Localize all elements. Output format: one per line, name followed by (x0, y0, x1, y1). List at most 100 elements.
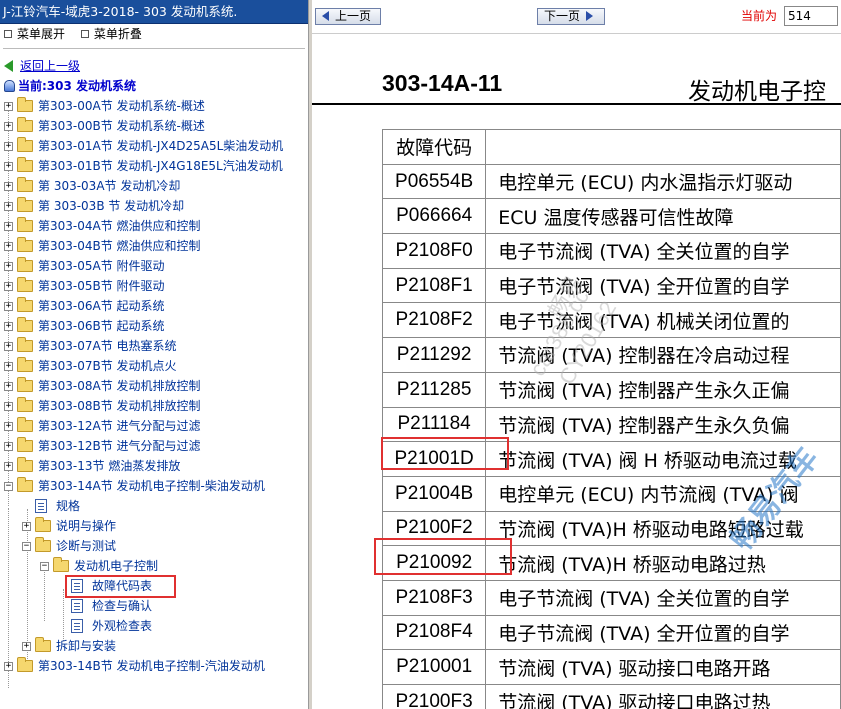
menu-collapse-button[interactable]: 菜单折叠 (94, 27, 142, 41)
folder-icon (17, 437, 33, 452)
dtc-code: P2108F0 (381, 233, 487, 269)
document-panel: 上一页 下一页 当前为 514 303-14A-11 发动机电子控 故障代码 P… (312, 0, 841, 709)
tree-node[interactable]: + 第303-05B节 附件驱动 (0, 276, 308, 296)
highlight-box-p210092 (374, 538, 512, 575)
tree: + 第303-00A节 发动机系统-概述 + 第303-00B节 发动机系统-概述 … (0, 96, 308, 688)
dtc-code: P2108F2 (381, 302, 487, 339)
menu-row: 菜单展开 菜单折叠 (0, 24, 308, 44)
dtc-code: P211292 (381, 337, 487, 373)
folder-icon (17, 377, 33, 392)
dtc-desc: 电子节流阀 (TVA) 全开位置的自学 (485, 614, 841, 651)
tree-node-zhenduan[interactable]: − 诊断与测试 (0, 536, 308, 556)
tree-node[interactable]: + 第303-12B节 进气分配与过滤 (0, 436, 308, 456)
table-row: P2108F0 电子节流阀 (TVA) 全关位置的自学 (381, 233, 841, 269)
tree-node-expanded[interactable]: − 第303-14A节 发动机电子控制-柴油发动机 (0, 476, 308, 496)
tree-node[interactable]: + 第303-04B节 燃油供应和控制 (0, 236, 308, 256)
tree-node[interactable]: + 第303-04A节 燃油供应和控制 (0, 216, 308, 236)
selected-highlight (65, 575, 176, 598)
dtc-desc: 电子节流阀 (TVA) 全关位置的自学 (485, 579, 841, 616)
tree-node[interactable]: + 第303-08A节 发动机排放控制 (0, 376, 308, 396)
left-arrow-icon (322, 11, 329, 21)
table-row: P211292 节流阀 (TVA) 控制器在冷启动过程 (381, 337, 841, 373)
tree-node[interactable]: + 第303-07A节 电热塞系统 (0, 336, 308, 356)
window-title: J-江铃汽车-域虎3-2018- 303 发动机系统. (0, 0, 308, 24)
tree-node[interactable]: + 第303-01A节 发动机-JX4D25A5L柴油发动机 (0, 136, 308, 156)
tree-node[interactable]: + 第 303-03A节 发动机冷却 (0, 176, 308, 196)
tree-node-fdjdzkz[interactable]: − 发动机电子控制 (0, 556, 308, 576)
dtc-code: P2108F1 (381, 267, 487, 304)
dtc-desc: ECU 温度传感器可信性故障 (485, 198, 841, 235)
tree-leaf-guige[interactable]: 规格 (0, 496, 308, 516)
tree-node[interactable]: + 第303-05A节 附件驱动 (0, 256, 308, 276)
tree-node[interactable]: + 第303-13节 燃油蒸发排放 (0, 456, 308, 476)
page-toolbar: 上一页 下一页 当前为 514 (312, 0, 841, 34)
back-arrow-icon[interactable] (4, 60, 13, 72)
folder-icon (17, 417, 33, 432)
menu-expand-button[interactable]: 菜单展开 (17, 27, 65, 41)
tree-node[interactable]: + 第303-00A节 发动机系统-概述 (0, 96, 308, 116)
tree-leaf-wgjcb[interactable]: 外观检查表 (0, 616, 308, 636)
dtc-desc: 电子节流阀 (TVA) 全开位置的自学 (485, 267, 841, 304)
dtc-desc: 节流阀 (TVA)H 桥驱动电路短路过载 (485, 510, 841, 547)
expand-box-icon[interactable] (4, 30, 12, 38)
folder-icon (17, 157, 33, 172)
folder-icon (17, 97, 33, 112)
tree-node[interactable]: + 第303-08B节 发动机排放控制 (0, 396, 308, 416)
folder-icon (17, 657, 33, 672)
dtc-code: P211285 (381, 371, 487, 408)
tree-node[interactable]: + 第303-06A节 起动系统 (0, 296, 308, 316)
table-row: P066664 ECU 温度传感器可信性故障 (381, 198, 841, 235)
folder-icon (17, 197, 33, 212)
tree-node[interactable]: + 第303-00B节 发动机系统-概述 (0, 116, 308, 136)
folder-icon (17, 317, 33, 332)
highlight-box-p21001d (381, 437, 509, 470)
dtc-code: P2100F3 (381, 684, 487, 709)
prev-page-button[interactable]: 上一页 (315, 8, 381, 25)
next-page-button[interactable]: 下一页 (537, 8, 605, 25)
open-folder-icon (17, 477, 33, 492)
doc-header: 303-14A-11 发动机电子控 (312, 60, 841, 105)
tree-node[interactable]: + 第303-14B节 发动机电子控制-汽油发动机 (0, 656, 308, 676)
tree-node-chaixie[interactable]: + 拆卸与安装 (0, 636, 308, 656)
table-header-row: 故障代码 (381, 129, 841, 165)
folder-icon (17, 237, 33, 252)
section-code: 303-14A-11 (382, 70, 503, 96)
divider (3, 48, 305, 49)
folder-icon (17, 297, 33, 312)
col-code-header: 故障代码 (381, 129, 487, 165)
document-icon (71, 599, 83, 613)
table-row: P2108F3 电子节流阀 (TVA) 全关位置的自学 (381, 579, 841, 616)
back-row: 返回上一级 (0, 56, 308, 76)
left-panel: J-江铃汽车-域虎3-2018- 303 发动机系统. 菜单展开 菜单折叠 返回… (0, 0, 309, 709)
page-number-input[interactable]: 514 (784, 6, 838, 26)
current-label: 当前:303 发动机系统 (18, 79, 137, 93)
tree-node[interactable]: + 第303-07B节 发动机点火 (0, 356, 308, 376)
current-page-label: 当前为 (741, 9, 778, 23)
tree-node[interactable]: + 第303-06B节 起动系统 (0, 316, 308, 336)
folder-icon (35, 517, 51, 532)
current-gem-icon (4, 80, 15, 92)
dtc-code: P066664 (381, 198, 487, 235)
tree-node[interactable]: + 第 303-03B 节 发动机冷却 (0, 196, 308, 216)
open-folder-icon (53, 557, 69, 572)
tree-leaf-jcyqr[interactable]: 检查与确认 (0, 596, 308, 616)
folder-icon (17, 137, 33, 152)
folder-icon (17, 257, 33, 272)
right-arrow-icon (586, 11, 594, 21)
collapse-box-icon[interactable] (80, 30, 89, 38)
back-link[interactable]: 返回上一级 (20, 59, 80, 73)
dtc-desc: 电子节流阀 (TVA) 机械关闭位置的 (485, 302, 841, 339)
table-row: P2108F1 电子节流阀 (TVA) 全开位置的自学 (381, 267, 841, 304)
folder-icon (17, 357, 33, 372)
dtc-code: P06554B (381, 163, 487, 200)
dtc-desc: 电控单元 (ECU) 内水温指示灯驱动 (485, 163, 841, 200)
tree-node[interactable]: + 第303-12A节 进气分配与过滤 (0, 416, 308, 436)
current-location: 当前:303 发动机系统 (0, 76, 308, 96)
col-desc-header (485, 129, 841, 165)
tree-node[interactable]: + 第303-01B节 发动机-JX4G18E5L汽油发动机 (0, 156, 308, 176)
dtc-code: P2108F4 (381, 614, 487, 651)
tree-node-shuoming[interactable]: + 说明与操作 (0, 516, 308, 536)
folder-icon (17, 117, 33, 132)
dtc-desc: 节流阀 (TVA) 控制器产生永久正偏 (485, 371, 841, 408)
folder-icon (17, 337, 33, 352)
